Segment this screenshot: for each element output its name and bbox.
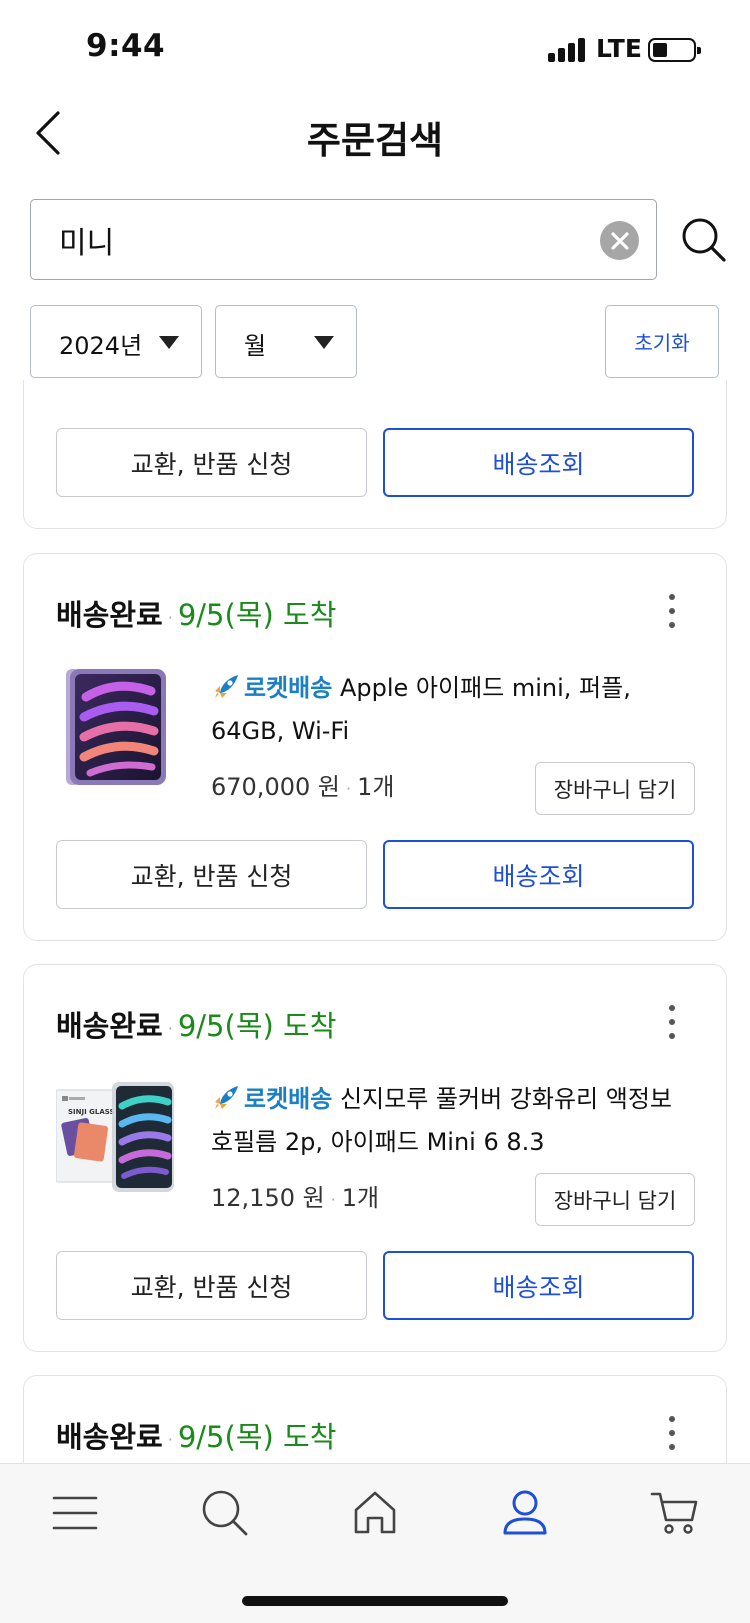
add-to-cart-button[interactable]: 장바구니 담기 bbox=[535, 762, 695, 815]
year-select-value: 2024년 bbox=[59, 332, 143, 360]
rocket-delivery-badge: 로켓배송 bbox=[244, 674, 333, 702]
year-select[interactable]: 2024년 bbox=[30, 305, 202, 378]
order-card-partial: 교환, 반품 신청 배송조회 bbox=[23, 380, 727, 529]
month-select[interactable]: 월 bbox=[215, 305, 357, 378]
chevron-down-icon bbox=[159, 336, 179, 349]
order-status-line: 배송완료 · 9/5(목) 도착 bbox=[56, 1009, 337, 1043]
tab-my-page[interactable] bbox=[500, 1488, 550, 1538]
search-icon bbox=[682, 218, 726, 262]
product-thumbnail-screen-protector[interactable]: SINJI GLASS bbox=[55, 1078, 176, 1198]
product-title[interactable]: 로켓배송 신지모루 풀커버 강화유리 액정보호필름 2p, 아이패드 Mini … bbox=[211, 1078, 681, 1164]
profile-icon bbox=[503, 1490, 547, 1535]
page-title: 주문검색 bbox=[306, 119, 444, 162]
cellular-signal-icon bbox=[548, 38, 588, 62]
exchange-return-button[interactable]: 교환, 반품 신청 bbox=[56, 1251, 367, 1320]
exchange-return-button[interactable]: 교환, 반품 신청 bbox=[56, 840, 367, 909]
more-options-icon[interactable] bbox=[668, 1416, 676, 1450]
track-delivery-button[interactable]: 배송조회 bbox=[383, 840, 694, 909]
delivery-status: 배송완료 bbox=[56, 598, 163, 632]
search-input[interactable] bbox=[59, 216, 579, 264]
price-line: 670,000 원 · 1개 bbox=[211, 773, 395, 801]
tab-menu[interactable] bbox=[50, 1488, 100, 1538]
search-button[interactable] bbox=[680, 216, 728, 264]
product-quantity: 1개 bbox=[341, 1184, 380, 1212]
product-price: 12,150 원 bbox=[211, 1184, 325, 1212]
tab-search[interactable] bbox=[200, 1488, 250, 1538]
reset-button[interactable]: 초기화 bbox=[605, 305, 719, 378]
tab-cart[interactable] bbox=[650, 1488, 700, 1538]
exchange-return-button[interactable]: 교환, 반품 신청 bbox=[56, 428, 367, 497]
add-to-cart-button[interactable]: 장바구니 담기 bbox=[535, 1173, 695, 1226]
arrival-date: 9/5(목) 도착 bbox=[177, 598, 337, 632]
track-delivery-button[interactable]: 배송조회 bbox=[383, 428, 694, 497]
delivery-status: 배송완료 bbox=[56, 1420, 163, 1454]
order-status-line: 배송완료 · 9/5(목) 도착 bbox=[56, 1420, 337, 1454]
clear-search-button[interactable] bbox=[600, 221, 639, 260]
product-title[interactable]: 로켓배송 Apple 아이패드 mini, 퍼플, 64GB, Wi-Fi bbox=[211, 667, 681, 753]
month-select-value: 월 bbox=[244, 332, 267, 360]
price-line: 12,150 원 · 1개 bbox=[211, 1184, 380, 1212]
arrival-date: 9/5(목) 도착 bbox=[177, 1009, 337, 1043]
close-icon bbox=[610, 231, 629, 250]
more-options-icon[interactable] bbox=[668, 1005, 676, 1039]
cart-icon bbox=[650, 1492, 698, 1534]
header: 주문검색 bbox=[0, 90, 750, 180]
search-box bbox=[30, 199, 657, 280]
tab-home[interactable] bbox=[350, 1488, 400, 1538]
rocket-delivery-badge: 로켓배송 bbox=[244, 1085, 333, 1113]
order-card: 배송완료 · 9/5(목) 도착 SINJI GLASS 로켓배송 신지모루 풀… bbox=[23, 964, 727, 1352]
network-type: LTE bbox=[596, 34, 642, 63]
home-indicator bbox=[242, 1596, 508, 1606]
order-status-line: 배송완료 · 9/5(목) 도착 bbox=[56, 598, 337, 632]
battery-icon bbox=[648, 38, 701, 62]
bottom-tab-bar bbox=[0, 1463, 750, 1623]
rocket-icon bbox=[215, 675, 238, 698]
package-brand-text: SINJI GLASS bbox=[68, 1108, 115, 1116]
order-card: 배송완료 · 9/5(목) 도착 bbox=[23, 553, 727, 941]
search-icon bbox=[202, 1490, 248, 1536]
status-bar: 9:44 LTE bbox=[0, 0, 750, 90]
arrival-date: 9/5(목) 도착 bbox=[177, 1420, 337, 1454]
status-time: 9:44 bbox=[86, 28, 166, 64]
home-icon bbox=[354, 1491, 396, 1534]
product-price: 670,000 원 bbox=[211, 773, 340, 801]
chevron-down-icon bbox=[314, 336, 334, 349]
rocket-icon bbox=[215, 1086, 238, 1109]
product-quantity: 1개 bbox=[357, 773, 395, 801]
delivery-status: 배송완료 bbox=[56, 1009, 163, 1043]
product-thumbnail-ipad-mini[interactable] bbox=[56, 667, 176, 787]
more-options-icon[interactable] bbox=[668, 594, 676, 628]
menu-icon bbox=[52, 1496, 98, 1530]
track-delivery-button[interactable]: 배송조회 bbox=[383, 1251, 694, 1320]
